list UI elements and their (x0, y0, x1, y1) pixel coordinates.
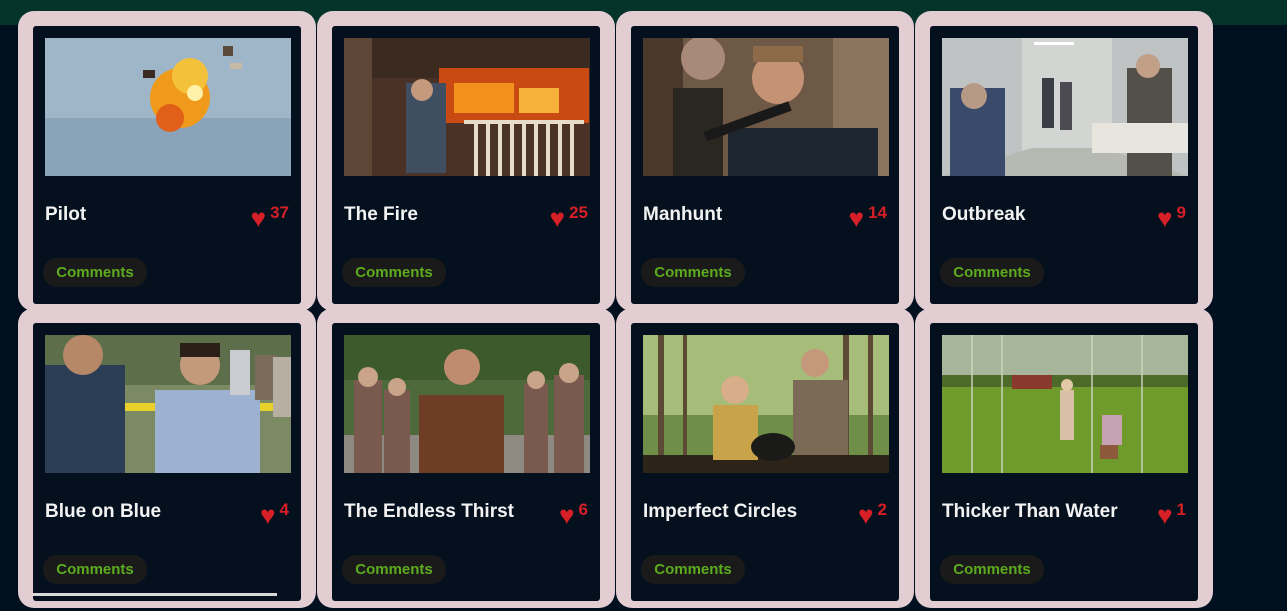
explosion-thumbnail-image (45, 38, 291, 176)
episode-title[interactable]: Outbreak (942, 204, 1025, 226)
episode-card-frame: Outbreak ♥ 9 Comments (915, 11, 1213, 311)
episode-card-frame: The Fire ♥ 25 Comments (317, 11, 615, 311)
episode-card: Outbreak ♥ 9 Comments (930, 26, 1198, 304)
likes: ♥ 14 (849, 203, 887, 231)
field-thumbnail-image (942, 335, 1188, 473)
episode-title[interactable]: Manhunt (643, 204, 722, 226)
episode-card: Thicker Than Water ♥ 1 Comments (930, 323, 1198, 601)
comments-button[interactable]: Comments (43, 258, 147, 287)
episode-card: Pilot ♥ 37 Comments (33, 26, 301, 304)
like-count: 4 (279, 500, 289, 519)
episode-title[interactable]: Blue on Blue (45, 501, 161, 523)
episode-title[interactable]: The Fire (344, 204, 418, 226)
manhunt-thumbnail-image (643, 38, 889, 176)
heart-icon[interactable]: ♥ (849, 205, 864, 231)
likes: ♥ 9 (1157, 203, 1186, 231)
likes: ♥ 1 (1157, 500, 1186, 528)
likes: ♥ 2 (858, 500, 887, 528)
episode-title[interactable]: Thicker Than Water (942, 501, 1118, 523)
like-count: 6 (578, 500, 588, 519)
hospital-hallway-thumbnail-image (942, 38, 1188, 176)
episode-card: Imperfect Circles ♥ 2 Comments (631, 323, 899, 601)
heart-icon[interactable]: ♥ (550, 205, 565, 231)
episode-thumbnail[interactable] (942, 335, 1188, 473)
heart-icon[interactable]: ♥ (251, 205, 266, 231)
episode-card-frame: Pilot ♥ 37 Comments (18, 11, 316, 311)
fire-porch-thumbnail-image (344, 38, 590, 176)
heart-icon[interactable]: ♥ (1157, 502, 1172, 528)
episode-card: Manhunt ♥ 14 Comments (631, 26, 899, 304)
comments-button[interactable]: Comments (641, 258, 745, 287)
heart-icon[interactable]: ♥ (260, 502, 275, 528)
episode-title[interactable]: Pilot (45, 204, 86, 226)
likes: ♥ 4 (260, 500, 289, 528)
like-count: 14 (868, 203, 887, 222)
forest-thumbnail-image (643, 335, 889, 473)
heart-icon[interactable]: ♥ (858, 502, 873, 528)
episode-card: The Endless Thirst ♥ 6 Comments (332, 323, 600, 601)
episode-card-frame: The Endless Thirst ♥ 6 Comments (317, 308, 615, 608)
episode-grid: Pilot ♥ 37 Comments The Fire ♥ 25 Commen… (18, 11, 1216, 611)
episode-card: The Fire ♥ 25 Comments (332, 26, 600, 304)
likes: ♥ 37 (251, 203, 289, 231)
like-count: 1 (1176, 500, 1186, 519)
episode-card: Blue on Blue ♥ 4 Comments (33, 323, 301, 601)
episode-thumbnail[interactable] (344, 335, 590, 473)
episode-thumbnail[interactable] (643, 335, 889, 473)
episode-title[interactable]: The Endless Thirst (344, 501, 514, 523)
episode-thumbnail[interactable] (643, 38, 889, 176)
comments-button[interactable]: Comments (342, 258, 446, 287)
like-count: 9 (1176, 203, 1186, 222)
likes: ♥ 25 (550, 203, 588, 231)
like-count: 2 (877, 500, 887, 519)
episode-thumbnail[interactable] (45, 38, 291, 176)
episode-card-frame: Manhunt ♥ 14 Comments (616, 11, 914, 311)
likes: ♥ 6 (559, 500, 588, 528)
comments-button[interactable]: Comments (940, 258, 1044, 287)
comments-button[interactable]: Comments (940, 555, 1044, 584)
like-count: 37 (270, 203, 289, 222)
comments-button[interactable]: Comments (342, 555, 446, 584)
episode-title[interactable]: Imperfect Circles (643, 501, 797, 523)
episode-thumbnail[interactable] (942, 38, 1188, 176)
comments-button[interactable]: Comments (43, 555, 147, 584)
episode-card-frame: Blue on Blue ♥ 4 Comments (18, 308, 316, 608)
heart-icon[interactable]: ♥ (1157, 205, 1172, 231)
episode-card-frame: Imperfect Circles ♥ 2 Comments (616, 308, 914, 608)
heart-icon[interactable]: ♥ (559, 502, 574, 528)
episode-thumbnail[interactable] (45, 335, 291, 473)
episode-card-frame: Thicker Than Water ♥ 1 Comments (915, 308, 1213, 608)
like-count: 25 (569, 203, 588, 222)
crowd-road-thumbnail-image (344, 335, 590, 473)
comments-button[interactable]: Comments (641, 555, 745, 584)
police-tape-thumbnail-image (45, 335, 291, 473)
episode-thumbnail[interactable] (344, 38, 590, 176)
